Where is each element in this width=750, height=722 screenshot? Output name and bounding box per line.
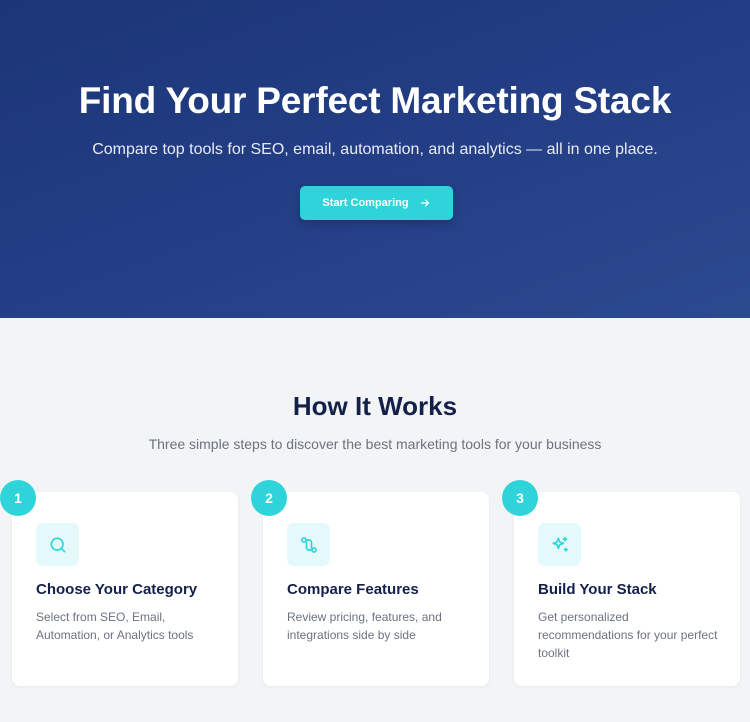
step-card-2: 2 Compare Features Review pricing, featu… — [251, 480, 489, 686]
step-icon-container — [287, 523, 330, 566]
arrow-right-icon — [420, 199, 429, 207]
start-comparing-button[interactable]: Start Comparing — [300, 186, 453, 220]
how-it-works-section: How It Works Three simple steps to disco… — [0, 318, 750, 722]
step-number-badge: 1 — [0, 480, 36, 516]
search-icon — [50, 537, 65, 552]
step-number-badge: 3 — [502, 480, 538, 516]
step-icon-container — [36, 523, 79, 566]
sparkles-icon — [552, 536, 568, 552]
step-description: Select from SEO, Email, Automation, or A… — [36, 610, 194, 642]
hero-section: Find Your Perfect Marketing Stack Compar… — [0, 0, 750, 318]
step-description: Review pricing, features, and integratio… — [287, 610, 442, 642]
step-description: Get personalized recommendations for you… — [538, 610, 718, 660]
section-title: How It Works — [292, 391, 458, 421]
step-icon-container — [538, 523, 581, 566]
step-title: Choose Your Category — [36, 581, 198, 598]
hero-title: Find Your Perfect Marketing Stack — [78, 80, 672, 121]
start-comparing-label: Start Comparing — [322, 197, 409, 209]
step-title: Compare Features — [287, 581, 419, 598]
step-number-badge: 2 — [251, 480, 287, 516]
step-card-1: 1 Choose Your Category Select from SEO, … — [0, 480, 238, 686]
step-card-3: 3 Build Your Stack Get personalized reco… — [502, 480, 740, 686]
section-subtitle: Three simple steps to discover the best … — [148, 436, 602, 452]
step-title: Build Your Stack — [538, 581, 657, 598]
git-compare-icon — [300, 536, 317, 553]
hero-subtitle: Compare top tools for SEO, email, automa… — [92, 141, 658, 158]
